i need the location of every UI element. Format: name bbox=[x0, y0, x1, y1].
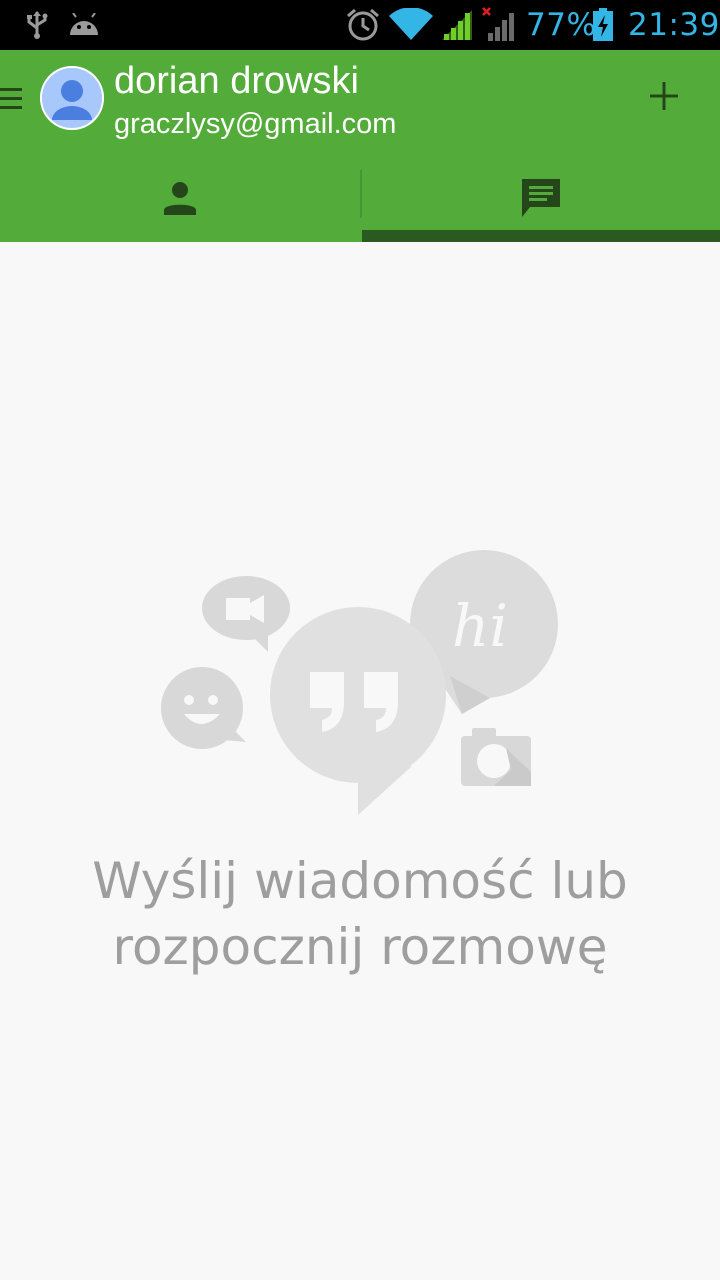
quote-bubble-icon bbox=[270, 607, 446, 815]
signal-no-service-icon bbox=[482, 0, 518, 50]
account-email[interactable]: graczlysy@gmail.com bbox=[114, 106, 396, 142]
android-debug-icon bbox=[68, 0, 100, 50]
empty-state-line-2: rozpocznij rozmowę bbox=[112, 918, 608, 976]
account-name[interactable]: dorian drowski bbox=[114, 58, 359, 104]
clock: 21:39 bbox=[628, 7, 720, 43]
hamburger-icon[interactable] bbox=[0, 86, 24, 110]
camera-icon bbox=[461, 728, 531, 786]
add-button[interactable] bbox=[632, 66, 696, 130]
chat-icon bbox=[520, 177, 562, 224]
svg-text:hi: hi bbox=[452, 592, 508, 660]
plus-icon bbox=[649, 81, 679, 116]
empty-state-message: Wyślij wiadomość lub rozpocznij rozmowę bbox=[0, 848, 720, 980]
video-bubble-icon bbox=[202, 576, 290, 652]
status-bar: 77% 21:39 bbox=[0, 0, 720, 50]
empty-state-illustration: hi bbox=[161, 550, 558, 815]
battery-percent: 77% bbox=[526, 7, 597, 43]
avatar[interactable] bbox=[40, 66, 104, 130]
signal-icon bbox=[440, 0, 474, 50]
person-icon bbox=[162, 181, 198, 220]
app-header: dorian drowski graczlysy@gmail.com bbox=[0, 50, 720, 242]
wifi-icon bbox=[389, 0, 433, 50]
empty-state-line-1: Wyślij wiadomość lub bbox=[92, 852, 628, 910]
selected-tab-indicator bbox=[362, 230, 720, 242]
tab-contacts[interactable] bbox=[0, 158, 360, 242]
alarm-icon bbox=[346, 0, 380, 50]
smiley-bubble-icon bbox=[161, 667, 246, 749]
battery-charging-icon bbox=[592, 0, 614, 50]
usb-icon bbox=[24, 0, 50, 50]
